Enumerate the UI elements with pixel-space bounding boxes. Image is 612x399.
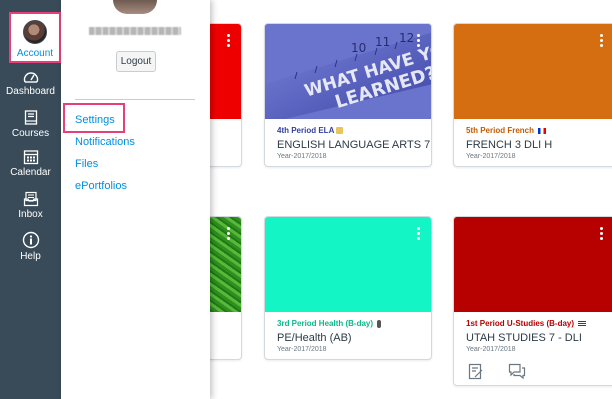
card-options-icon[interactable] [600, 34, 604, 48]
course-card[interactable]: 10 11 12 WHAT HAVE YOU LEARNED? 4th Period… [264, 23, 432, 167]
course-term: Year-2017/2018 [277, 153, 327, 160]
courses-icon [24, 110, 37, 125]
calendar-icon [23, 150, 38, 165]
assignments-icon[interactable] [468, 363, 484, 385]
dashboard-icon [23, 72, 38, 83]
card-options-icon[interactable] [600, 227, 604, 241]
tray-link-settings[interactable]: Settings [75, 114, 115, 126]
help-icon [22, 231, 39, 249]
tray-avatar [113, 0, 157, 14]
svg-text:11: 11 [375, 35, 390, 49]
card-options-icon[interactable] [227, 227, 231, 241]
nav-item-label: Help [20, 251, 41, 262]
nav-item-account[interactable]: Account [9, 12, 61, 63]
france-flag-icon [538, 127, 547, 134]
notebook-emoji-icon [336, 127, 344, 135]
course-card-hero[interactable] [265, 217, 431, 312]
course-term: Year-2017/2018 [466, 346, 516, 353]
course-name: FRENCH 3 DLI H [466, 139, 553, 151]
usa-flag-icon [578, 320, 587, 327]
nav-item-courses[interactable]: Courses [0, 110, 61, 139]
course-nickname[interactable]: 5th Period French [466, 126, 547, 135]
runner-emoji-icon [377, 319, 382, 328]
inbox-icon [23, 191, 38, 207]
course-card[interactable]: 3rd Period Health (B-day) PE/Health (AB)… [264, 216, 432, 360]
tray-link-eportfolios[interactable]: ePortfolios [75, 180, 127, 192]
nav-item-help[interactable]: Help [0, 231, 61, 262]
card-options-icon[interactable] [417, 227, 421, 241]
course-nickname[interactable]: 1st Period U-Studies (B-day) [466, 319, 587, 328]
tray-divider [75, 99, 195, 100]
course-card[interactable]: 5th Period French FRENCH 3 DLI H Year-20… [453, 23, 612, 167]
course-nickname[interactable]: 4th Period ELA [277, 126, 344, 135]
card-options-icon[interactable] [417, 34, 421, 48]
card-options-icon[interactable] [227, 34, 231, 48]
ruler-image: 10 11 12 WHAT HAVE YOU LEARNED? [265, 24, 431, 119]
course-name: UTAH STUDIES 7 - DLI [466, 332, 582, 344]
nav-item-calendar[interactable]: Calendar [0, 149, 61, 178]
nav-item-label: Inbox [18, 209, 43, 220]
nav-item-label: Dashboard [6, 86, 55, 97]
course-card[interactable]: 1st Period U-Studies (B-day) UTAH STUDIE… [453, 216, 612, 386]
discussions-icon[interactable] [508, 363, 526, 384]
nav-item-inbox[interactable]: Inbox [0, 191, 61, 220]
account-tray: Logout Settings Notifications Files ePor… [61, 0, 210, 399]
nav-item-label: Calendar [10, 167, 51, 178]
course-card-hero[interactable] [454, 217, 612, 312]
course-term: Year-2017/2018 [277, 346, 327, 353]
course-card-hero[interactable] [454, 24, 612, 119]
global-navigation: Account Dashboard Courses Calendar Inbox… [0, 0, 61, 399]
course-nickname[interactable]: 3rd Period Health (B-day) [277, 319, 382, 328]
tray-link-notifications[interactable]: Notifications [75, 136, 135, 148]
svg-text:10: 10 [351, 41, 366, 55]
course-name: ENGLISH LANGUAGE ARTS 7 [277, 139, 431, 151]
logout-button[interactable]: Logout [116, 51, 156, 72]
course-card-hero[interactable]: 10 11 12 WHAT HAVE YOU LEARNED? [265, 24, 431, 119]
course-name: PE/Health (AB) [277, 332, 352, 344]
course-term: Year-2017/2018 [466, 153, 516, 160]
nav-item-label: Account [16, 48, 54, 59]
svg-text:12: 12 [399, 31, 414, 45]
user-name-blurred [89, 27, 181, 35]
tray-link-files[interactable]: Files [75, 158, 98, 170]
nav-item-dashboard[interactable]: Dashboard [0, 70, 61, 97]
avatar[interactable] [23, 20, 47, 44]
nav-item-label: Courses [11, 128, 50, 139]
